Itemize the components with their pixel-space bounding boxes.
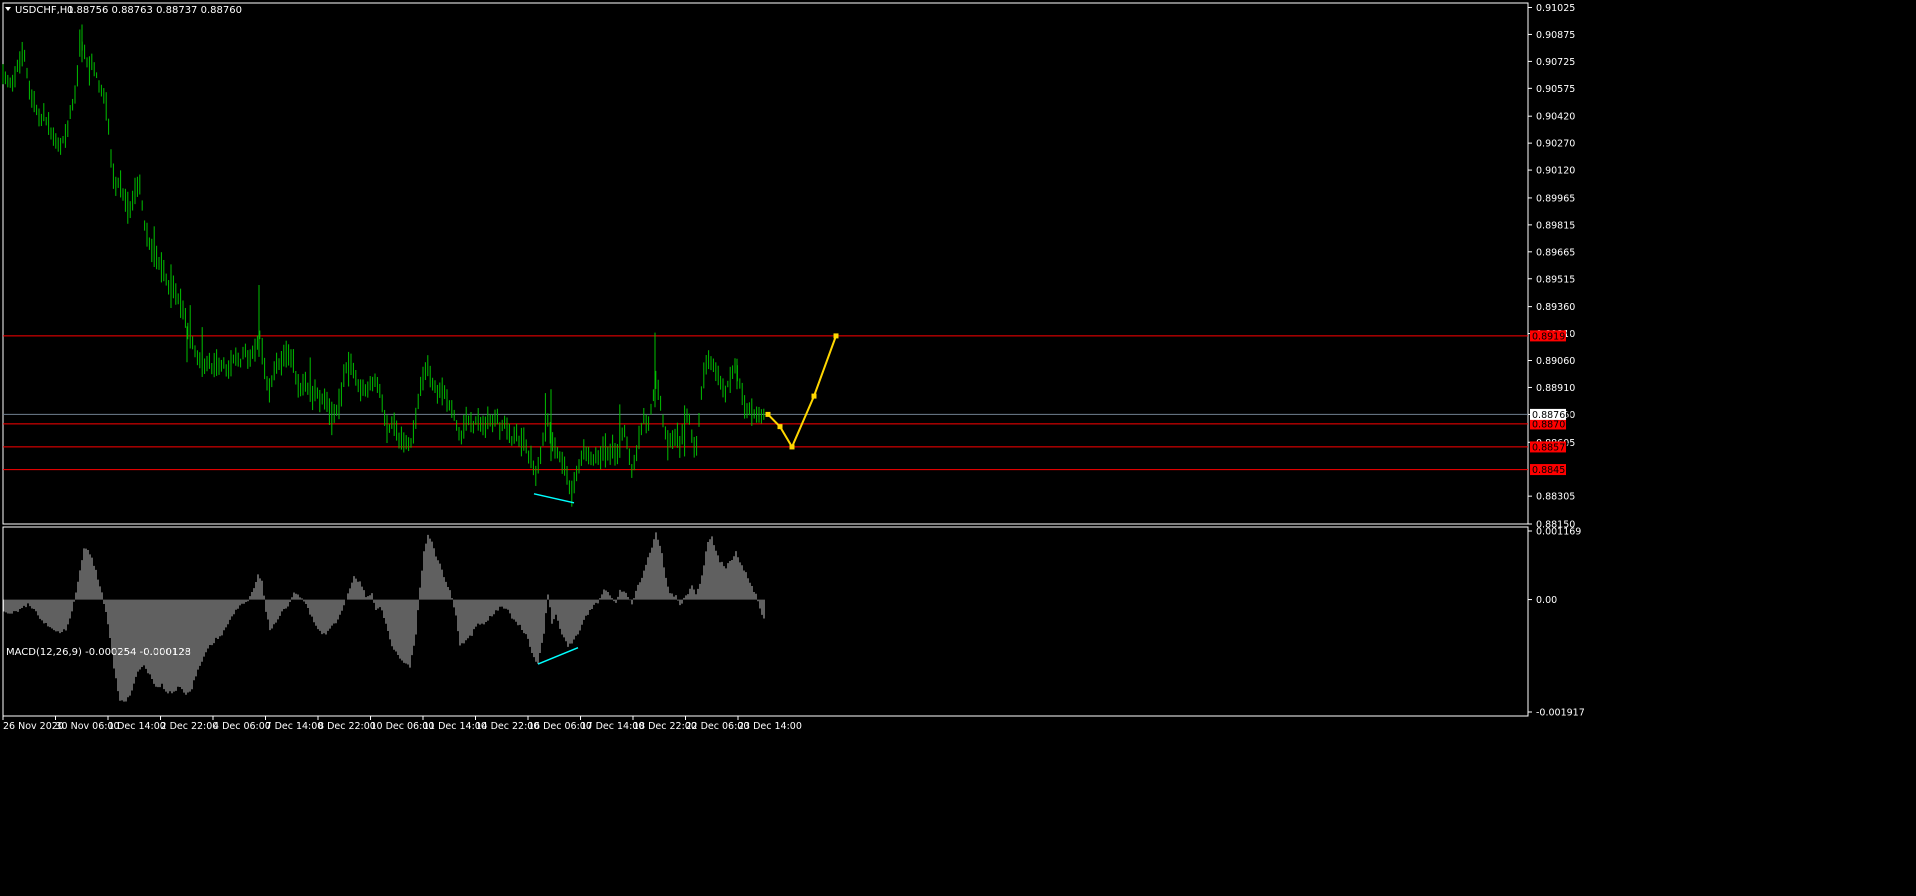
forecast-point-3 [811,393,817,399]
chart-ohlc: 0.88756 0.88763 0.88737 0.88760 [67,5,242,16]
price-tick-label: 0.88305 [1536,492,1575,503]
price-tick-label: 0.90120 [1536,166,1575,177]
bid-tag: 0.88760 [1532,410,1571,421]
price-tick-label: 0.89815 [1536,220,1575,231]
time-axis: 26 Nov 202030 Nov 06:001 Dec 14:002 Dec … [2,716,802,732]
price-tick-label: 0.90270 [1536,139,1575,150]
time-tick-label: 4 Dec 06:00 [213,721,271,732]
main-panel-border [2,2,1529,525]
time-tick-label: 1 Dec 14:00 [108,721,166,732]
macd-tick-label: 0.00 [1536,595,1557,606]
chart-menu-arrow-icon[interactable] [5,7,11,11]
level-tag-3: 0.88453 [1532,465,1571,476]
macd-panel-border [2,526,1529,717]
macd-tick-label: -0.001917 [1536,708,1585,719]
forecast-path [765,333,839,450]
level-tag-2: 0.88579 [1532,442,1571,453]
price-tick-label: 0.91025 [1536,3,1575,14]
chart-canvas[interactable]: 0.91025 0.90875 0.90725 0.90575 0.90420 0.902… [0,0,1916,896]
price-tick-label: 0.89515 [1536,274,1575,285]
level-tag-1: 0.88707 [1532,419,1571,430]
forecast-point-2 [789,444,795,450]
forecast-point-4 [833,333,839,339]
price-tags: 0.89197 0.88707 0.88579 0.88453 0.88760 [1530,330,1571,476]
macd-label: MACD(12,26,9) -0.000254 -0.000128 [6,647,191,658]
level-tag-0: 0.89197 [1532,331,1571,342]
price-tick-label: 0.89665 [1536,247,1575,258]
price-candles [2,24,765,507]
price-tick-label: 0.89060 [1536,356,1575,367]
price-divergence-line [533,493,575,504]
price-tick-label: 0.90420 [1536,112,1575,123]
forecast-line [767,335,837,450]
time-tick-label: 7 Dec 14:00 [266,721,324,732]
time-tick-label: 23 Dec 14:00 [738,721,802,732]
macd-divergence-line [537,646,579,665]
forecast-point-0 [765,411,771,417]
price-tick-label: 0.90575 [1536,84,1575,95]
price-tick-label: 0.90875 [1536,30,1575,41]
time-tick-label: 8 Dec 22:00 [318,721,376,732]
price-tick-label: 0.88910 [1536,383,1575,394]
price-tick-label: 0.89360 [1536,302,1575,313]
chart-title: USDCHF,H1 [15,5,74,16]
forecast-point-1 [777,424,783,430]
macd-tick-label: 0.001169 [1536,527,1581,538]
macd-histogram [3,532,765,702]
price-tick-label: 0.90725 [1536,57,1575,68]
time-tick-label: 2 Dec 22:00 [161,721,219,732]
horizontal-levels [3,335,1528,471]
price-tick-label: 0.89965 [1536,193,1575,204]
price-scale: 0.91025 0.90875 0.90725 0.90575 0.90420 0.902… [1528,3,1585,719]
